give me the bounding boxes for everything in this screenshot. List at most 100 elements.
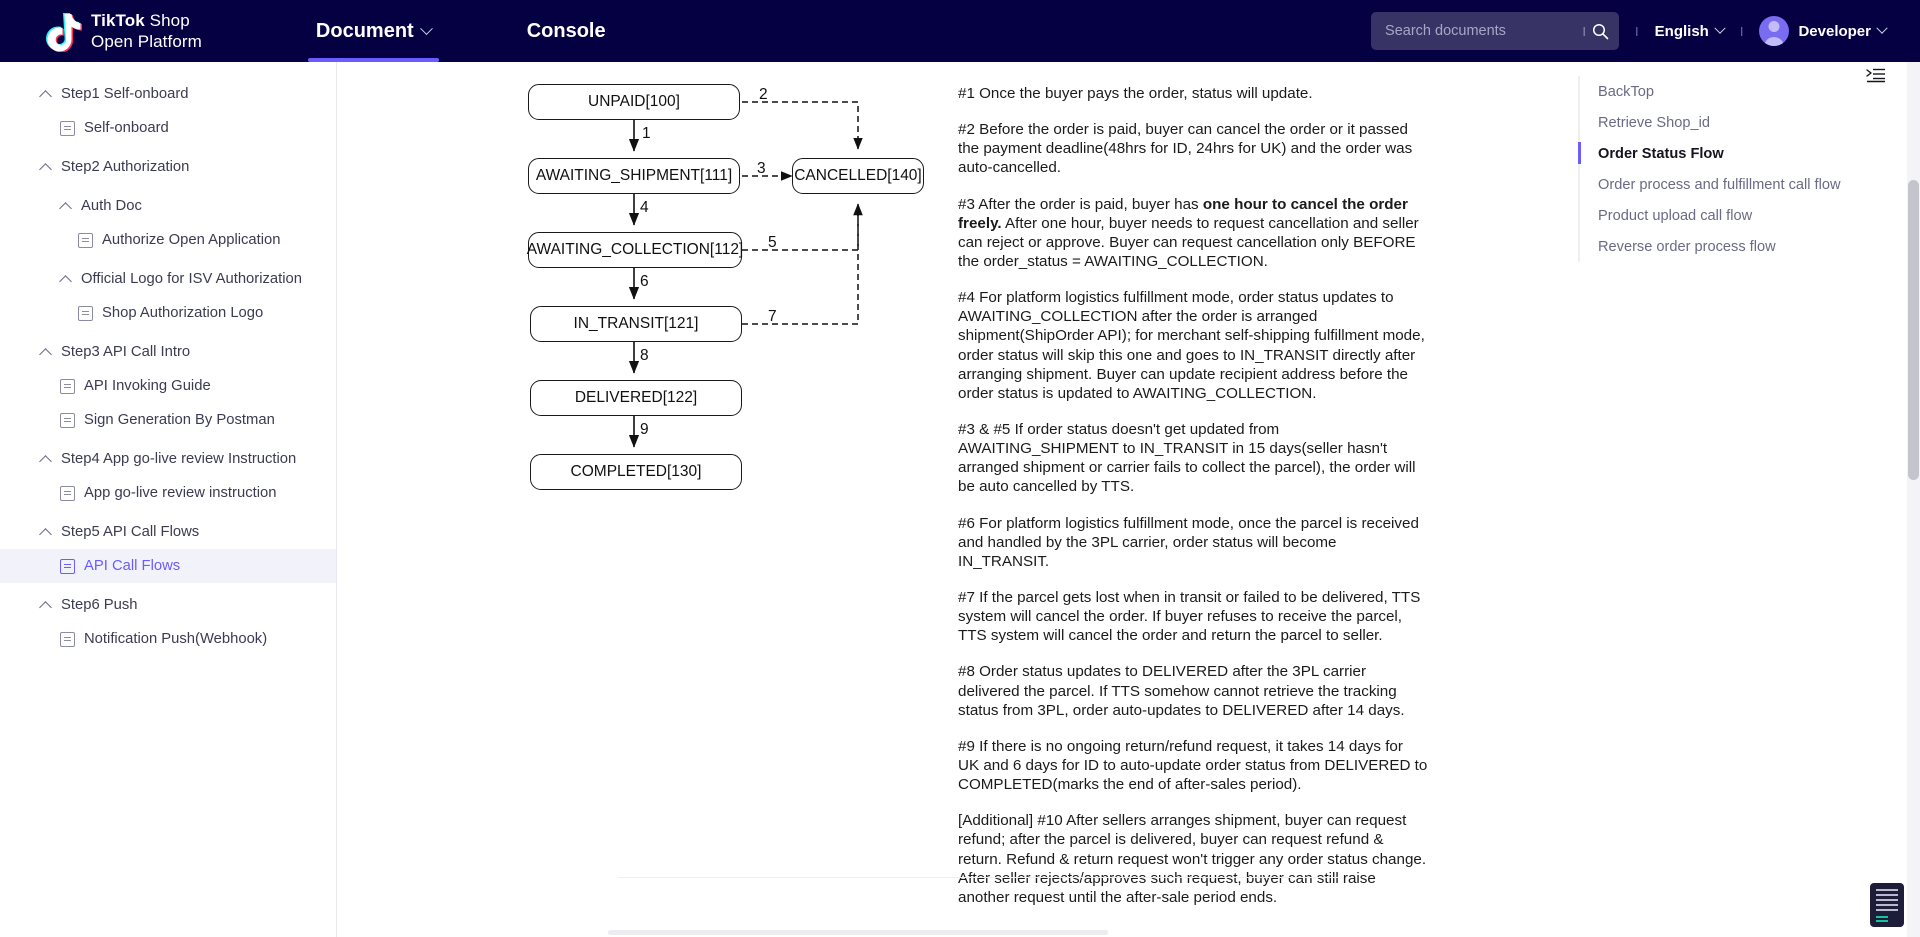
content-scrollbar-thumb[interactable] [608,930,1108,935]
sidebar-item-step5-api-call-flows[interactable]: Step5 API Call Flows [0,515,336,549]
top-header: TikTok Shop Open Platform Document Conso… [0,0,1920,62]
edge-label-9: 9 [640,421,649,438]
edge-label-1: 1 [642,125,651,142]
toc-item-backtop[interactable]: BackTop [1580,76,1890,107]
search-box[interactable]: I [1371,12,1620,50]
document-icon [78,232,93,248]
toc-item-order-process-and-fulfillment-call-flow[interactable]: Order process and fulfillment call flow [1580,169,1890,200]
content-scrollbar-track[interactable] [338,928,1580,937]
nav-item-console-label: Console [526,19,606,42]
nav-item-console[interactable]: Console [525,0,608,62]
note-n7: #7 If the parcel gets lost when in trans… [958,588,1421,645]
flow-node-completed[interactable]: COMPLETED[130] [530,454,742,490]
sidebar-item-step2-authorization[interactable]: Step2 Authorization [0,150,336,184]
brand-shop: Shop [149,11,190,30]
document-icon [60,631,75,647]
tiktok-note-icon [42,10,82,53]
flow-node-cancelled[interactable]: CANCELLED[140] [792,158,924,194]
language-selector[interactable]: English [1655,22,1726,40]
right-toc: BackTop Retrieve Shop_id Order Status Flow… [1578,62,1890,937]
edge-label-7: 7 [768,308,777,325]
toc-item-order-status-flow[interactable]: Order Status Flow [1578,138,1890,169]
sidebar-item-step6-push[interactable]: Step6 Push [0,588,336,622]
edge-label-2: 2 [759,86,768,103]
sidebar-item-sign-generation-by-postman[interactable]: Sign Generation By Postman [0,403,336,437]
chevron-up-icon [40,88,52,100]
sidebar-item-step4-app-go-live-review-instruction[interactable]: Step4 App go-live review Instruction [0,442,336,476]
note-n1: #1 Once the buyer pays the order, status… [958,85,1313,102]
sidebar-item-label: Self-onboard [84,120,169,136]
sidebar-item-api-invoking-guide[interactable]: API Invoking Guide [0,369,336,403]
sidebar-item-label: Shop Authorization Logo [102,305,264,321]
chevron-up-icon [60,200,72,212]
sidebar-item-label: API Call Flows [84,558,181,574]
chevron-down-icon [1876,22,1888,34]
note-text-pre: #3 After the order is paid, buyer has [958,195,1203,213]
chevron-up-icon [40,599,52,611]
sidebar-item-label: Step3 API Call Intro [61,344,191,360]
document-icon [78,305,93,321]
flow-node-awaiting-collection[interactable]: AWAITING_COLLECTION[112] [527,232,743,268]
order-status-flow-block: UNPAID[100] AWAITING_SHIPMENT[111] AWAIT… [338,62,1580,906]
sidebar-item-label: Auth Doc [81,198,142,214]
document-icon [60,120,75,136]
sidebar-item-authorize-open-application[interactable]: Authorize Open Application [0,223,336,257]
sidebar-item-notification-push-webhook[interactable]: Notification Push(Webhook) [0,622,336,656]
edge-label-4: 4 [640,199,649,216]
sidebar-item-label: App go-live review instruction [84,485,277,501]
note-n4: #4 For platform logistics fulfillment mo… [958,289,1425,402]
floating-widget[interactable] [1870,883,1904,927]
brand-logo[interactable]: TikTok Shop Open Platform [42,0,202,62]
note-text-post: After one hour, buyer needs to request c… [958,214,1419,270]
chevron-down-icon [419,21,433,35]
search-icon[interactable] [1592,23,1609,40]
document-icon [60,412,75,428]
note-n9: #9 If there is no ongoing return/refund … [958,737,1428,794]
sidebar-item-label: Step6 Push [61,597,138,613]
document-icon [60,485,75,501]
brand-open-platform: Open Platform [91,32,202,51]
toc-item-reverse-order-process-flow[interactable]: Reverse order process flow [1580,231,1890,262]
sidebar-item-shop-authorization-logo[interactable]: Shop Authorization Logo [0,296,336,330]
primary-nav: Document Console [307,0,608,62]
toc-item-retrieve-shop-id[interactable]: Retrieve Shop_id [1580,107,1890,138]
sidebar-item-label: Step4 App go-live review Instruction [61,451,297,467]
left-sidebar[interactable]: Step1 Self-onboard Self-onboard Step2 Auth… [0,62,337,937]
toc-item-product-upload-call-flow[interactable]: Product upload call flow [1580,200,1890,231]
sidebar-item-step3-api-call-intro[interactable]: Step3 API Call Intro [0,335,336,369]
sidebar-item-step1-self-onboard[interactable]: Step1 Self-onboard [0,77,336,111]
chevron-up-icon [40,346,52,358]
sidebar-item-label: Notification Push(Webhook) [84,631,268,647]
avatar [1759,16,1790,46]
chevron-down-icon [1714,22,1726,34]
sidebar-item-label: Step5 API Call Flows [61,524,200,540]
sidebar-item-label: Authorize Open Application [102,232,281,248]
sidebar-item-label: Step1 Self-onboard [61,86,189,102]
flow-connectors [628,101,863,448]
edge-label-6: 6 [640,273,649,290]
note-n35: #3 & #5 If order status doesn't get upda… [958,420,1416,496]
sidebar-item-self-onboard[interactable]: Self-onboard [0,111,336,145]
user-menu[interactable]: Developer [1759,16,1888,46]
sidebar-item-official-logo-for-isv-authorization[interactable]: Official Logo for ISV Authorization [0,262,336,296]
sidebar-item-label: API Invoking Guide [84,378,211,394]
flow-node-in-transit[interactable]: IN_TRANSIT[121] [530,306,742,342]
main-content: UNPAID[100] AWAITING_SHIPMENT[111] AWAIT… [338,62,1580,937]
header-right-controls: I I English I Developer [1371,0,1888,62]
note-n3: #3 After the order is paid, buyer has on… [958,195,1428,272]
sidebar-item-label: Sign Generation By Postman [84,412,275,428]
brand-tiktok: TikTok [91,11,145,30]
page-scrollbar-thumb[interactable] [1908,180,1919,480]
flow-node-delivered[interactable]: DELIVERED[122] [530,380,742,416]
flow-node-unpaid[interactable]: UNPAID[100] [528,84,740,120]
brand-logo-text: TikTok Shop Open Platform [91,10,202,52]
sidebar-item-auth-doc[interactable]: Auth Doc [0,189,336,223]
nav-item-document[interactable]: Document [307,0,439,62]
order-status-notes: #1 Once the buyer pays the order, status… [958,84,1428,924]
flow-node-awaiting-shipment[interactable]: AWAITING_SHIPMENT[111] [528,158,740,194]
sidebar-item-api-call-flows[interactable]: API Call Flows [0,549,336,583]
search-input[interactable] [1385,23,1583,39]
header-separator-2: I [1739,23,1744,39]
sidebar-item-app-go-live-review-instruction[interactable]: App go-live review instruction [0,476,336,510]
edge-label-3: 3 [757,160,766,177]
